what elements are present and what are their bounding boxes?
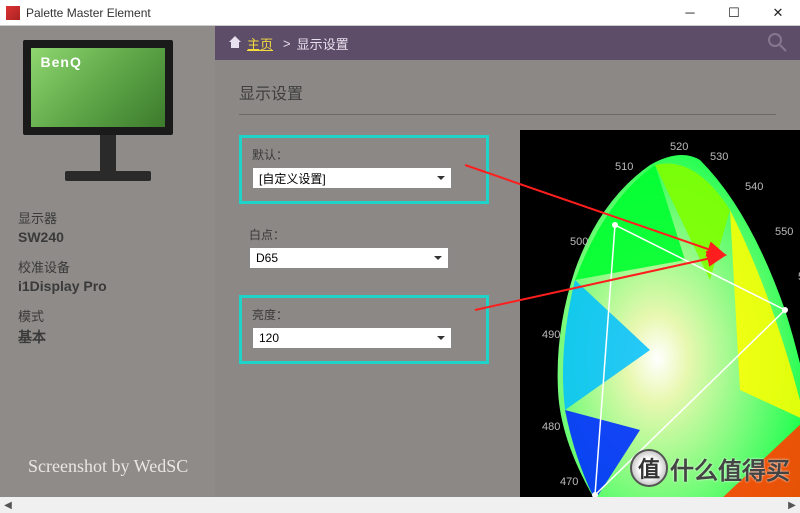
watermark: Screenshot by WedSC	[28, 456, 188, 477]
search-icon[interactable]	[766, 31, 788, 56]
badge-icon: 值	[630, 449, 668, 487]
watermark-badge: 值 什么值得买	[630, 449, 790, 487]
mode-label: 模式	[18, 306, 197, 325]
svg-text:470: 470	[560, 476, 578, 488]
mode-value: 基本	[18, 327, 197, 347]
device-label: 校准设备	[18, 257, 197, 276]
svg-text:530: 530	[710, 151, 728, 163]
breadcrumb: 主页 > 显示设置	[215, 26, 800, 60]
monitor-label: 显示器	[18, 208, 197, 227]
whitepoint-select[interactable]: D65	[249, 247, 449, 269]
monitor-value: SW240	[18, 229, 197, 245]
minimize-button[interactable]: ─	[668, 0, 712, 26]
breadcrumb-home[interactable]: 主页	[247, 34, 273, 53]
home-icon[interactable]	[227, 34, 243, 53]
svg-text:520: 520	[670, 141, 688, 153]
scroll-left-icon[interactable]: ◀	[0, 497, 16, 513]
svg-text:490: 490	[542, 329, 560, 341]
divider	[239, 114, 776, 115]
close-button[interactable]: ✕	[756, 0, 800, 26]
monitor-image: BenQ	[23, 40, 193, 190]
preset-value: [自定义设置]	[259, 170, 326, 187]
whitepoint-group: 白点： D65	[239, 218, 489, 281]
titlebar: Palette Master Element ─ ☐ ✕	[0, 0, 800, 26]
page-title: 显示设置	[239, 80, 776, 104]
brightness-value: 120	[259, 331, 279, 345]
scroll-track[interactable]	[16, 497, 784, 513]
brightness-label: 亮度：	[252, 306, 476, 323]
svg-text:480: 480	[542, 421, 560, 433]
scroll-right-icon[interactable]: ▶	[784, 497, 800, 513]
sidebar: BenQ 显示器 SW240 校准设备 i1Display Pro 模式 基本 …	[0, 26, 215, 497]
device-value: i1Display Pro	[18, 278, 197, 294]
whitepoint-label: 白点：	[249, 226, 479, 243]
app-icon	[6, 6, 20, 20]
window-title: Palette Master Element	[26, 6, 668, 20]
brightness-select[interactable]: 120	[252, 327, 452, 349]
svg-text:550: 550	[775, 226, 793, 238]
content-area: 显示设置 默认： [自定义设置] 白点： D65 亮度： 120	[215, 60, 800, 497]
preset-label: 默认：	[252, 146, 476, 163]
maximize-button[interactable]: ☐	[712, 0, 756, 26]
horizontal-scrollbar[interactable]: ◀ ▶	[0, 497, 800, 513]
preset-group: 默认： [自定义设置]	[239, 135, 489, 204]
svg-text:540: 540	[745, 181, 763, 193]
brightness-group: 亮度： 120	[239, 295, 489, 364]
svg-text:510: 510	[615, 161, 633, 173]
svg-text:500: 500	[570, 236, 588, 248]
breadcrumb-separator: >	[283, 36, 291, 51]
preset-select[interactable]: [自定义设置]	[252, 167, 452, 189]
whitepoint-value: D65	[256, 251, 278, 265]
breadcrumb-current: 显示设置	[297, 34, 349, 53]
gamut-chart: 520 530 540 550 560 570 510 500 490 480 …	[520, 130, 800, 497]
brand-logo: BenQ	[41, 54, 82, 70]
badge-text: 什么值得买	[670, 451, 790, 486]
